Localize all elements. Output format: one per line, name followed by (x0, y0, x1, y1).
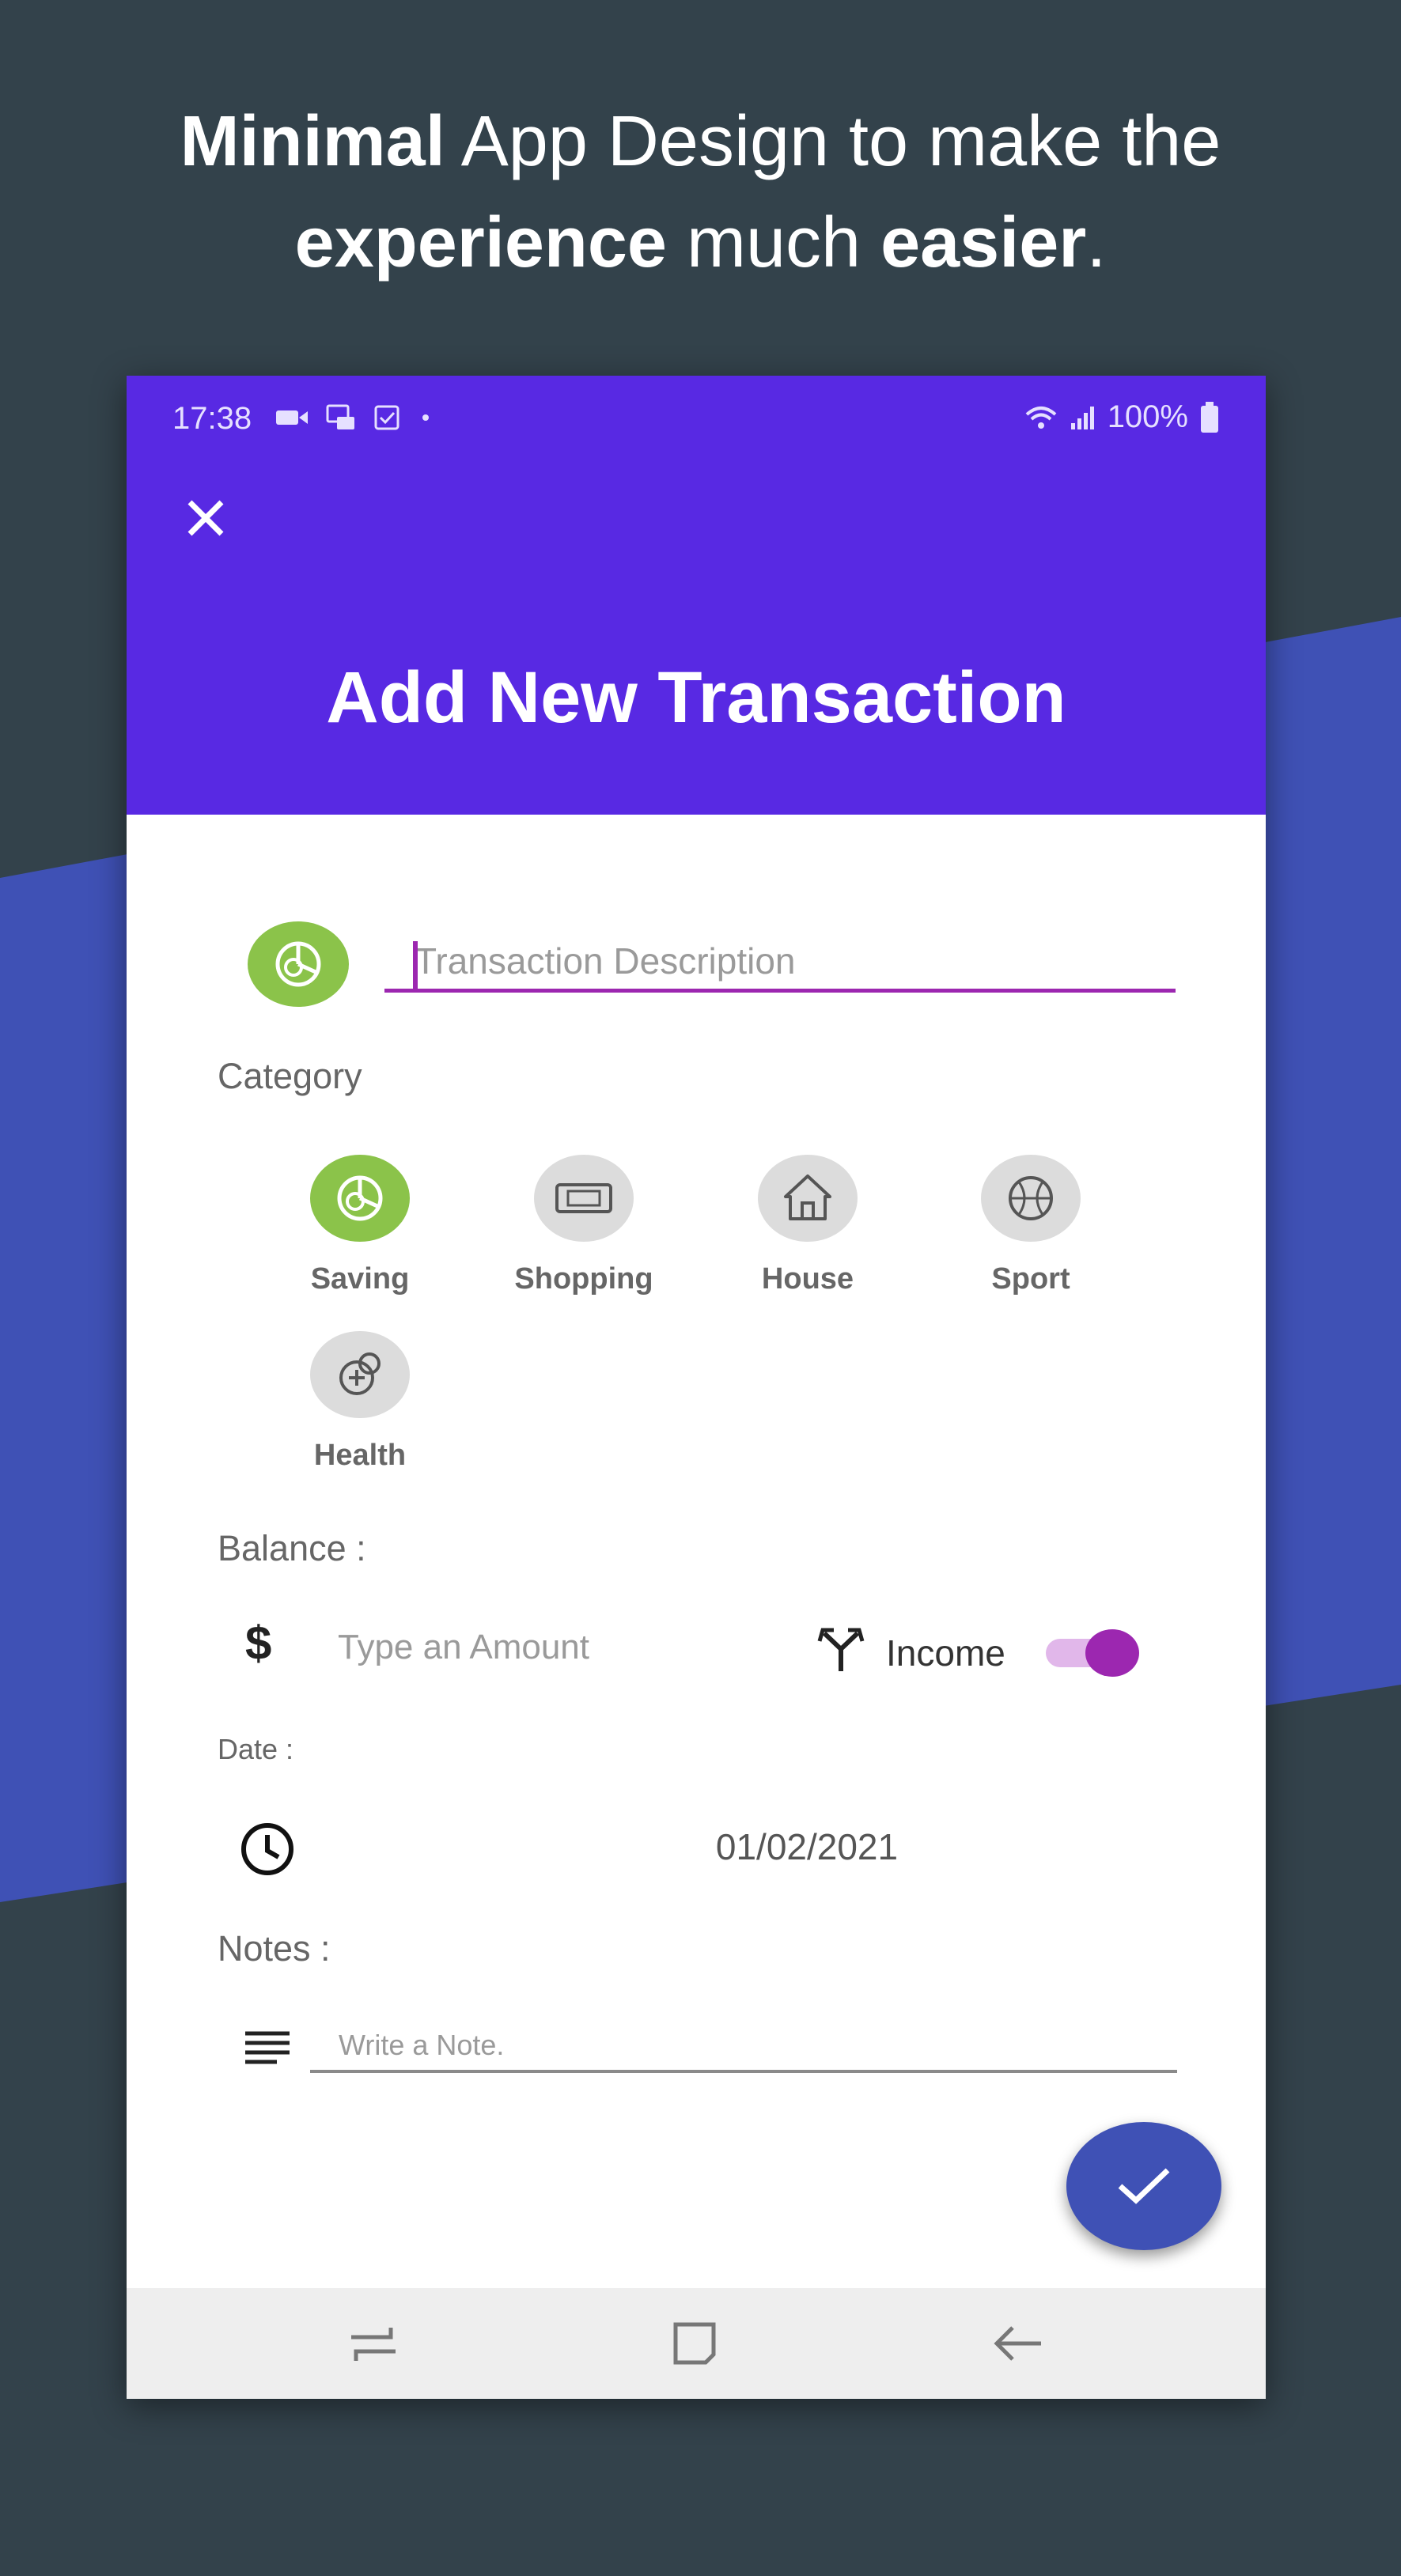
dot-icon (422, 414, 429, 421)
signal-icon (1070, 406, 1094, 429)
recent-apps-icon (351, 2328, 396, 2361)
back-button[interactable] (987, 2320, 1051, 2367)
balance-label: Balance : (218, 1528, 366, 1568)
marketing-headline: Minimal App Design to make the experienc… (0, 91, 1401, 293)
category-sport[interactable]: Sport (952, 1155, 1110, 1296)
status-notification-icons (275, 404, 434, 431)
house-icon (784, 1175, 831, 1220)
note-input[interactable] (310, 2021, 1177, 2073)
text-cursor (413, 941, 418, 990)
headline-text-3: . (1086, 203, 1107, 282)
status-right: 100% (1024, 399, 1220, 435)
category-saving-circle (310, 1155, 410, 1242)
category-house-circle (758, 1155, 858, 1242)
category-health[interactable]: Health (281, 1331, 439, 1473)
status-time: 17:38 (172, 401, 252, 436)
selected-category-avatar (248, 921, 349, 1007)
category-shopping-circle (534, 1155, 634, 1242)
headline-text-2: much (666, 203, 881, 282)
video-camera-icon (276, 410, 308, 425)
headline-text-1: App Design to make the (445, 102, 1221, 181)
piggy-chart-icon (275, 941, 321, 987)
headline-bold-experience: experience (294, 203, 667, 282)
clock-icon (237, 1819, 297, 1879)
amount-input[interactable] (336, 1619, 751, 1676)
category-health-label: Health (313, 1439, 407, 1472)
home-square-icon (673, 2322, 716, 2365)
category-shopping[interactable]: Shopping (505, 1155, 663, 1296)
close-button[interactable] (174, 486, 237, 550)
category-shopping-label: Shopping (514, 1262, 653, 1296)
category-house-label: House (761, 1262, 854, 1296)
notes-label: Notes : (218, 1928, 331, 1969)
system-nav-bar (127, 2288, 1266, 2399)
battery-percent: 100% (1107, 399, 1188, 434)
category-label: Category (218, 1056, 362, 1096)
page-title: Add New Transaction (326, 657, 1066, 738)
category-health-circle (310, 1331, 410, 1418)
notes-lines-icon (242, 2029, 293, 2068)
income-toggle[interactable] (1046, 1629, 1139, 1677)
category-house[interactable]: House (729, 1155, 887, 1296)
category-sport-circle (981, 1155, 1081, 1242)
health-icon (339, 1352, 381, 1395)
date-label: Date : (218, 1733, 294, 1765)
split-arrow-icon (815, 1625, 867, 1673)
check-icon (1118, 2168, 1170, 2204)
category-saving[interactable]: Saving (281, 1155, 439, 1296)
category-saving-label: Saving (310, 1262, 410, 1296)
recent-apps-button[interactable] (342, 2320, 405, 2367)
toggle-knob (1085, 1629, 1139, 1677)
ticket-icon (555, 1183, 612, 1213)
back-arrow-icon (994, 2326, 1041, 2361)
home-button[interactable] (665, 2320, 728, 2367)
category-sport-label: Sport (991, 1262, 1070, 1296)
income-label: Income (886, 1632, 1005, 1674)
status-bar: 17:38 100% (172, 393, 1220, 441)
app-bar: 17:38 100% Add New Transaction (127, 376, 1266, 815)
save-fab-button[interactable] (1066, 2122, 1221, 2250)
close-icon (187, 500, 224, 536)
checkbox-icon (374, 405, 399, 430)
gallery-icon (326, 404, 354, 429)
basketball-icon (1009, 1176, 1053, 1220)
wifi-icon (1025, 406, 1057, 429)
headline-bold-easier: easier (880, 203, 1087, 282)
piggy-chart-icon (337, 1175, 383, 1221)
headline-bold-minimal: Minimal (180, 102, 445, 181)
battery-icon (1201, 401, 1218, 433)
date-value[interactable]: 01/02/2021 (490, 1825, 1123, 1868)
transaction-description-input[interactable] (384, 933, 1176, 993)
phone-screen: 17:38 100% Add New Transaction Category (127, 376, 1266, 2399)
currency-symbol: $ (245, 1617, 272, 1670)
